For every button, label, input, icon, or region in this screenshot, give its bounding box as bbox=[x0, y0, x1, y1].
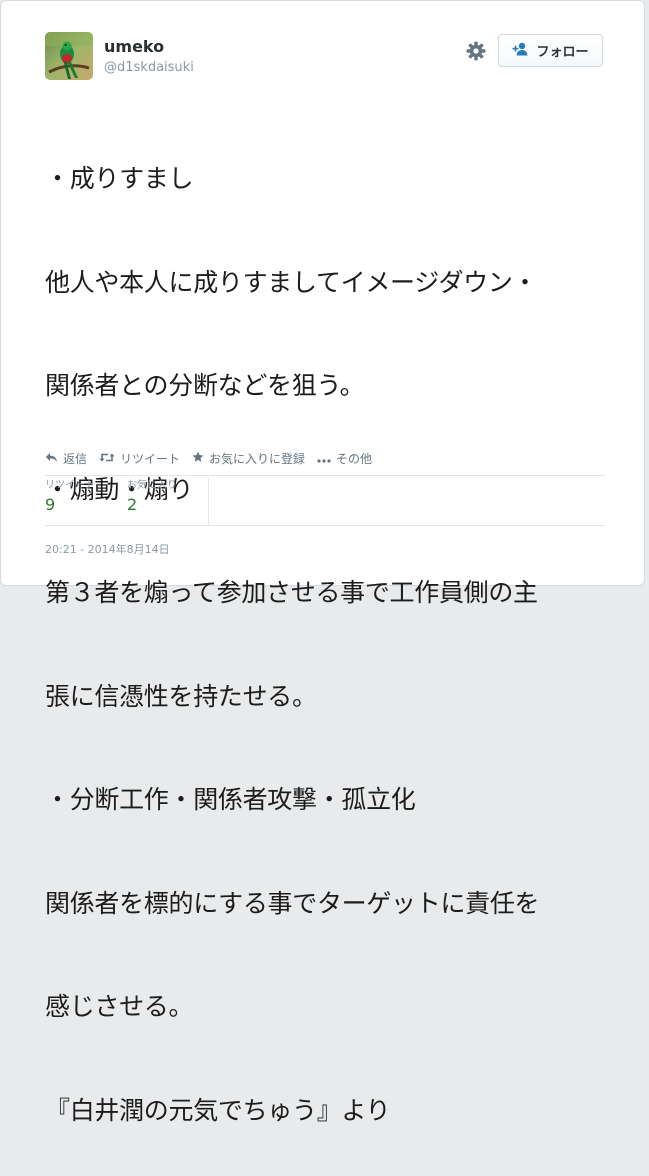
tweet-line: 感じさせる。 bbox=[45, 992, 194, 1021]
timestamp[interactable]: 20:21 - 2014年8月14日 bbox=[45, 541, 170, 557]
follow-label: フォロー bbox=[536, 45, 589, 60]
tweet-text: ・成りすまし 他人や本人に成りすましてイメージダウン・ 関係者との分断などを狙う… bbox=[45, 93, 615, 1176]
retweet-label: リツイート bbox=[120, 452, 181, 466]
more-label: その他 bbox=[336, 452, 373, 466]
reply-icon bbox=[45, 452, 58, 466]
reply-label: 返信 bbox=[63, 452, 88, 466]
favorite-label: お気に入りに登録 bbox=[209, 452, 306, 466]
tweet-line: 関係者との分断などを狙う。 bbox=[45, 371, 365, 400]
favorite-stat[interactable]: お気に入り 2 bbox=[127, 478, 209, 525]
divider bbox=[45, 525, 605, 526]
follow-button[interactable]: フォロー bbox=[498, 34, 603, 67]
retweet-icon bbox=[99, 452, 115, 466]
reply-button[interactable]: 返信 bbox=[45, 450, 87, 467]
retweet-count: 9 bbox=[45, 495, 56, 514]
retweet-stat[interactable]: リツイート 9 bbox=[45, 478, 127, 525]
user-handle[interactable]: @d1skdaisuki bbox=[104, 60, 194, 75]
retweet-stat-label: リツイート bbox=[45, 480, 95, 491]
tweet-line: 張に信憑性を持たせる。 bbox=[45, 681, 317, 711]
tweet-card: umeko @d1skdaisuki フォロー ・成りすまし 他人や本人に成りす… bbox=[0, 0, 645, 1125]
add-user-icon bbox=[512, 41, 530, 60]
gear-icon[interactable] bbox=[465, 40, 487, 62]
divider bbox=[45, 475, 605, 476]
tweet-line: 第３者を煽って参加させる事で工作員側の主 bbox=[45, 578, 538, 607]
retweet-button[interactable]: リツイート bbox=[99, 450, 180, 467]
tweet-line: 関係者を標的にする事でターゲットに責任を bbox=[45, 888, 540, 918]
favorite-stat-label: お気に入り bbox=[127, 480, 177, 491]
tweet-line: 『白井潤の元気でちゅう』より bbox=[45, 1095, 391, 1125]
display-name[interactable]: umeko bbox=[104, 37, 164, 56]
avatar[interactable] bbox=[45, 32, 93, 80]
more-icon bbox=[317, 452, 331, 466]
star-icon bbox=[192, 451, 204, 466]
favorite-button[interactable]: お気に入りに登録 bbox=[192, 450, 305, 467]
tweet-line: 他人や本人に成りすましてイメージダウン・ bbox=[45, 267, 538, 297]
stats-separator bbox=[208, 478, 209, 525]
favorite-count: 2 bbox=[127, 495, 138, 514]
tweet-stats: リツイート 9 お気に入り 2 bbox=[45, 478, 209, 525]
tweet-line: ・成りすまし bbox=[45, 164, 194, 193]
tweet-line: ・分断工作・関係者攻撃・孤立化 bbox=[45, 785, 416, 814]
avatar-image bbox=[45, 32, 93, 80]
more-button[interactable]: その他 bbox=[317, 450, 372, 467]
tweet-actions: 返信 リツイート お気に入りに登録 その他 bbox=[45, 450, 372, 467]
